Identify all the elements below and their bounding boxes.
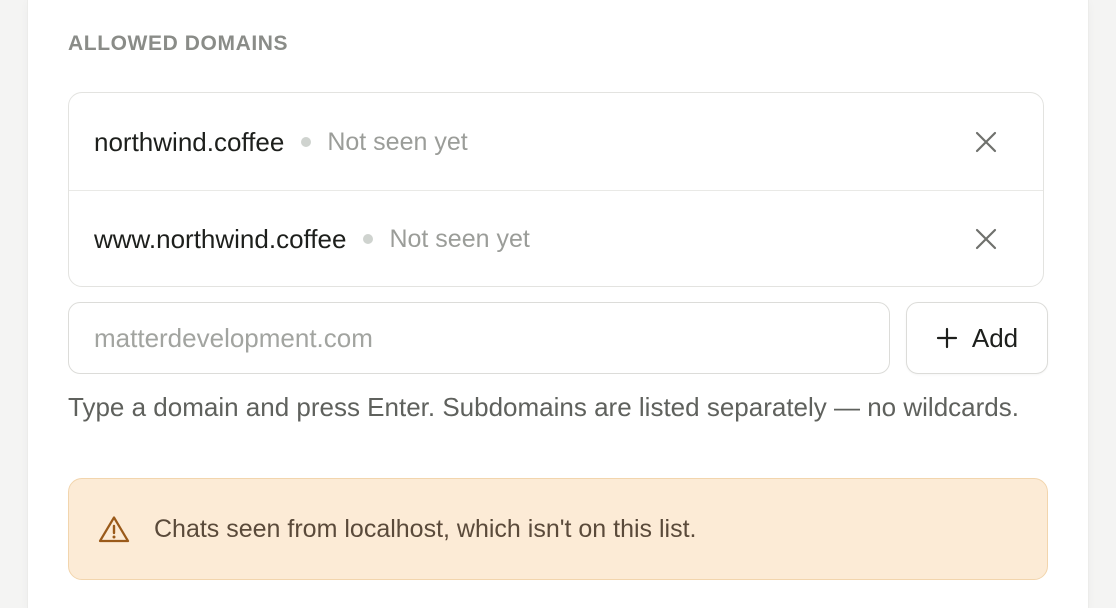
close-icon — [975, 131, 997, 152]
domain-name: www.northwind.coffee — [94, 224, 347, 254]
warning-triangle-icon — [98, 515, 130, 543]
warning-text: Chats seen from localhost, which isn't o… — [154, 514, 697, 543]
status-dot — [301, 136, 312, 147]
domain-name: northwind.coffee — [94, 126, 285, 157]
add-button-label: Add — [971, 322, 1019, 353]
status-dot — [363, 234, 374, 244]
allowed-domains-panel: ALLOWED DOMAINS northwind.coffee Not see… — [28, 0, 1088, 608]
add-domain-button[interactable]: Add — [906, 302, 1048, 374]
close-icon — [975, 228, 997, 250]
domain-status: Not seen yet — [327, 127, 468, 156]
domain-list: northwind.coffee Not seen yet www.northw… — [68, 92, 1044, 287]
domain-row: www.northwind.coffee Not seen yet — [69, 190, 1043, 286]
remove-domain-button[interactable] — [973, 129, 999, 155]
section-title: ALLOWED DOMAINS — [68, 32, 289, 55]
domain-status: Not seen yet — [389, 225, 530, 253]
warning-banner: Chats seen from localhost, which isn't o… — [68, 478, 1048, 580]
remove-domain-button[interactable] — [973, 226, 999, 252]
plus-icon — [936, 327, 958, 349]
hint-text: Type a domain and press Enter. Subdomain… — [68, 392, 1019, 422]
domain-row: northwind.coffee Not seen yet — [69, 93, 1043, 190]
domain-input[interactable] — [68, 302, 890, 374]
